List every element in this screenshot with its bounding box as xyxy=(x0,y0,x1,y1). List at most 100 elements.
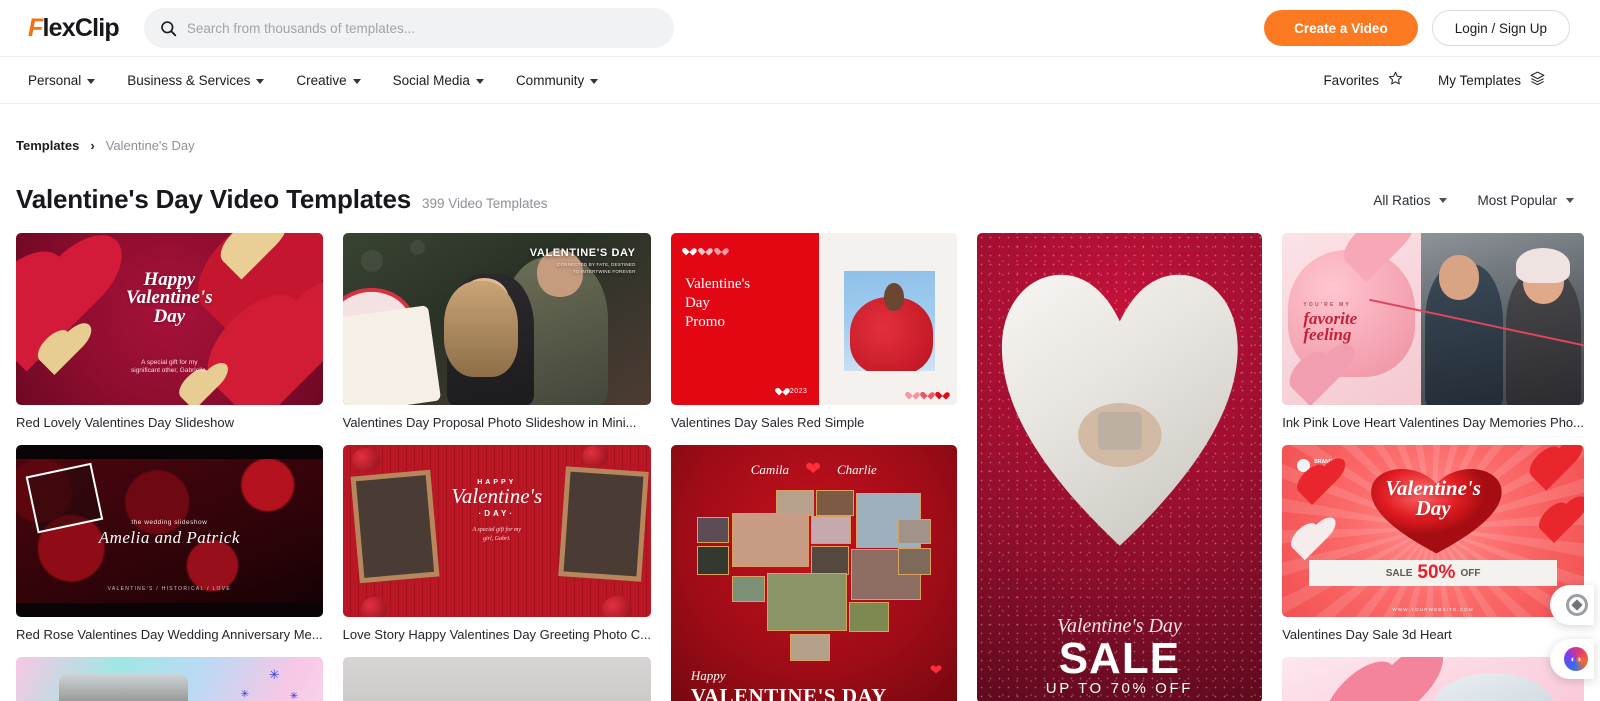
artwork-subtitle: A special gift for my significant other,… xyxy=(131,358,208,375)
artwork-line-1: Valentine's xyxy=(684,276,751,292)
chat-icon: ◐◑ xyxy=(1564,647,1588,671)
artwork-script: Valentine's xyxy=(451,484,543,509)
accessibility-widget-button[interactable] xyxy=(1550,585,1594,625)
artwork-bottom-line-2: VALENTINE'S DAY xyxy=(690,684,887,701)
artwork-sale: SALE xyxy=(1058,634,1181,684)
template-title[interactable]: Red Lovely Valentines Day Slideshow xyxy=(16,414,323,431)
template-title[interactable]: Valentines Day Sales Red Simple xyxy=(671,414,957,431)
chevron-down-icon xyxy=(1439,198,1448,203)
thumbnail-artwork: the wedding slideshow Amelia and Patrick… xyxy=(16,445,323,617)
artwork-name-right: Charlie xyxy=(836,461,877,477)
ratio-filter-dropdown[interactable]: All Ratios xyxy=(1373,193,1448,208)
login-signup-button[interactable]: Login / Sign Up xyxy=(1431,10,1570,46)
template-thumbnail[interactable]: Happy Valentine's Day A special gift for… xyxy=(16,233,323,405)
template-card[interactable]: Camila ❤ Charlie Happy VALENTINE'S DAY ❤ xyxy=(670,445,957,701)
breadcrumb-separator-icon: › xyxy=(90,138,95,153)
thumbnail-artwork: Happy Valentine's Day A special gift for… xyxy=(16,233,323,405)
template-column-5: YOU'RE MY favorite feeling Ink Pink Love… xyxy=(1282,233,1584,701)
sort-filter-label: Most Popular xyxy=(1477,193,1557,208)
top-header-bar: FlexClip Create a Video Login / Sign Up xyxy=(0,0,1600,56)
heart-icon xyxy=(778,385,787,393)
template-card[interactable]: Valentine's Day Promo 2023 Valentines Da… xyxy=(670,233,957,431)
thumbnail-artwork: VALENTINE'S DAY CONNECTED BY FATE, DESTI… xyxy=(342,233,651,405)
artwork-line-3: Day xyxy=(153,305,186,327)
artwork-line-3: Promo xyxy=(684,314,725,331)
nav-utility-list: Favorites My Templates xyxy=(1323,70,1582,90)
artwork-kicker: YOU'RE MY xyxy=(1303,301,1351,308)
artwork-line-2: feeling xyxy=(1303,324,1352,344)
chat-widget-button[interactable]: ◐◑ xyxy=(1550,639,1594,679)
flexclip-logo[interactable]: FlexClip xyxy=(28,14,120,43)
template-card[interactable]: BRAND NAME Valentine's Day xyxy=(1282,445,1584,643)
thumbnail-artwork xyxy=(1282,657,1584,701)
layers-icon xyxy=(1529,70,1546,90)
template-grid: Happy Valentine's Day A special gift for… xyxy=(16,233,1584,701)
template-count: 399 Video Templates xyxy=(421,196,548,211)
search-input[interactable] xyxy=(186,20,658,36)
template-thumbnail[interactable]: Valentine's Day Promo 2023 xyxy=(670,233,957,405)
ratio-filter-label: All Ratios xyxy=(1373,193,1431,208)
thumbnail-artwork: Valentine's Day Promo 2023 xyxy=(670,233,957,405)
search-bar[interactable] xyxy=(143,8,674,48)
thumbnail-artwork: HAPPY Valentine's ·DAY· A special gift f… xyxy=(343,445,651,617)
template-thumbnail[interactable]: Valentine's Day SALE UP TO 70% OFF xyxy=(976,233,1263,701)
thumbnail-artwork: BRAND NAME Valentine's Day xyxy=(1282,445,1584,617)
artwork-day: ·DAY· xyxy=(478,509,516,519)
thumbnail-artwork xyxy=(343,657,651,701)
template-column-4: Valentine's Day SALE UP TO 70% OFF xyxy=(976,233,1263,701)
template-title[interactable]: Love Story Happy Valentines Day Greeting… xyxy=(343,626,651,643)
template-card[interactable]: ✳ ✳ ✳ xyxy=(16,657,323,701)
create-a-video-button[interactable]: Create a Video xyxy=(1264,10,1418,46)
my-templates-label: My Templates xyxy=(1437,72,1521,88)
template-card[interactable]: the wedding slideshow Amelia and Patrick… xyxy=(16,445,323,643)
template-thumbnail[interactable] xyxy=(342,657,651,701)
ring-icon xyxy=(1566,594,1588,616)
nav-item-business-services[interactable]: Business & Services xyxy=(111,57,280,103)
nav-item-social-media[interactable]: Social Media xyxy=(377,57,500,103)
template-title[interactable]: Valentines Day Proposal Photo Slideshow … xyxy=(343,414,651,431)
template-card[interactable]: Valentine's Day SALE UP TO 70% OFF xyxy=(976,233,1263,701)
chevron-down-icon xyxy=(352,78,361,84)
template-thumbnail[interactable]: ✳ ✳ ✳ xyxy=(16,657,323,701)
artwork-subtitle: CONNECTED BY FATE, DESTINED TO INTERTWIN… xyxy=(557,261,636,274)
template-thumbnail[interactable]: VALENTINE'S DAY CONNECTED BY FATE, DESTI… xyxy=(342,233,651,405)
sparkle-icon: ✳ xyxy=(289,691,299,701)
heart-icon: ❤ xyxy=(805,459,821,481)
nav-item-label: Community xyxy=(515,72,585,88)
sort-filter-dropdown[interactable]: Most Popular xyxy=(1477,193,1574,208)
my-templates-link[interactable]: My Templates xyxy=(1438,70,1546,90)
template-thumbnail[interactable]: BRAND NAME Valentine's Day xyxy=(1282,445,1584,617)
nav-item-personal[interactable]: Personal xyxy=(12,57,111,103)
artwork-bottom-line-1: Happy xyxy=(690,668,726,683)
heart-icon xyxy=(938,389,947,397)
chevron-down-icon xyxy=(1566,198,1574,203)
heart-icon xyxy=(923,389,932,397)
template-column-1: Happy Valentine's Day A special gift for… xyxy=(16,233,323,701)
template-card[interactable] xyxy=(1282,657,1584,701)
template-title[interactable]: Valentines Day Sale 3d Heart xyxy=(1282,626,1584,643)
template-card[interactable]: HAPPY Valentine's ·DAY· A special gift f… xyxy=(342,445,651,643)
template-title[interactable]: Red Rose Valentines Day Wedding Annivers… xyxy=(16,626,323,643)
nav-item-community[interactable]: Community xyxy=(500,57,614,103)
template-thumbnail[interactable]: the wedding slideshow Amelia and Patrick… xyxy=(16,445,323,617)
template-card[interactable]: VALENTINE'S DAY CONNECTED BY FATE, DESTI… xyxy=(342,233,651,431)
nav-item-creative[interactable]: Creative xyxy=(280,57,376,103)
breadcrumb-current: Valentine's Day xyxy=(105,138,195,153)
breadcrumb-templates-link[interactable]: Templates xyxy=(16,138,79,153)
template-thumbnail[interactable]: Camila ❤ Charlie Happy VALENTINE'S DAY ❤ xyxy=(670,445,957,701)
template-column-2: VALENTINE'S DAY CONNECTED BY FATE, DESTI… xyxy=(342,233,651,701)
favorites-link[interactable]: Favorites xyxy=(1323,70,1404,90)
artwork-upto: UP TO 70% OFF xyxy=(1045,680,1193,697)
artwork-percent: 50% xyxy=(1417,562,1456,584)
template-card[interactable] xyxy=(342,657,651,701)
artwork-line-2: Day xyxy=(684,295,710,312)
search-icon xyxy=(160,20,177,37)
heart-icon xyxy=(717,245,726,253)
template-thumbnail[interactable]: YOU'RE MY favorite feeling xyxy=(1282,233,1584,405)
template-card[interactable]: Happy Valentine's Day A special gift for… xyxy=(16,233,323,431)
heart-icon: ❤ xyxy=(929,662,943,680)
template-card[interactable]: YOU'RE MY favorite feeling Ink Pink Love… xyxy=(1282,233,1584,431)
template-title[interactable]: Ink Pink Love Heart Valentines Day Memor… xyxy=(1282,414,1584,431)
template-thumbnail[interactable]: HAPPY Valentine's ·DAY· A special gift f… xyxy=(342,445,651,617)
template-thumbnail[interactable] xyxy=(1282,657,1584,701)
